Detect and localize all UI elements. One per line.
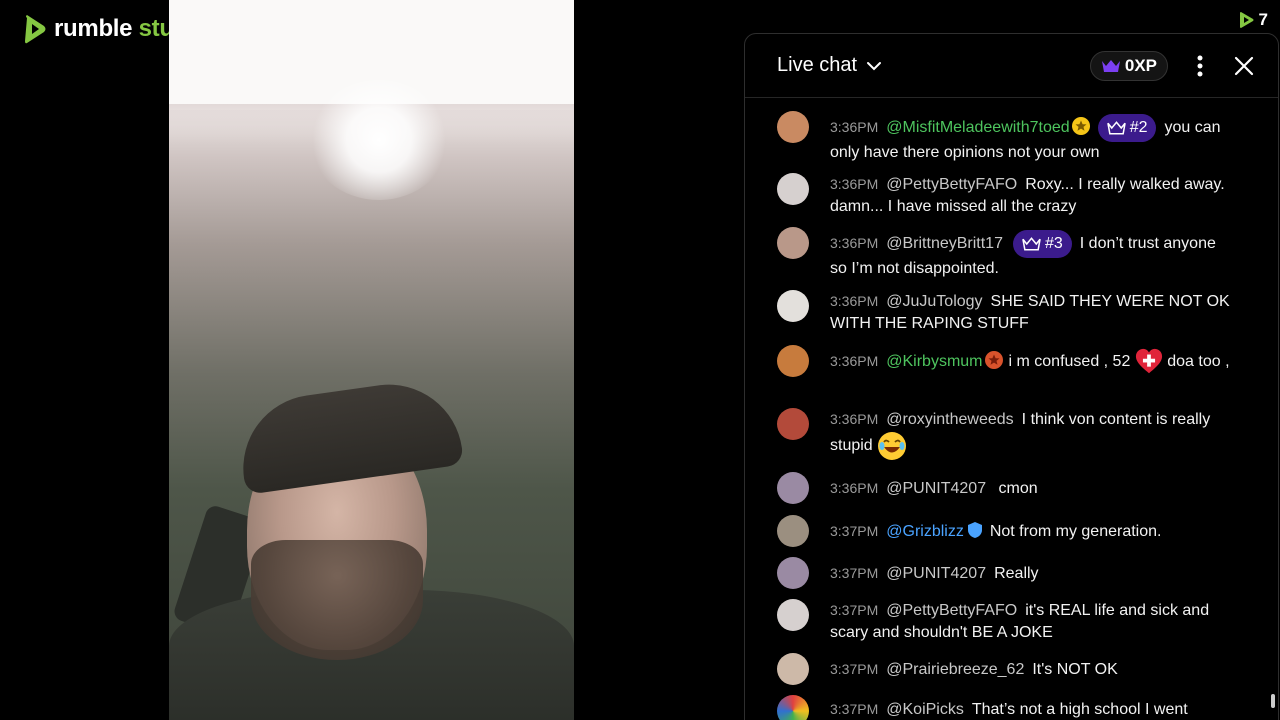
crown-icon (1022, 237, 1041, 251)
message-username[interactable]: @MisfitMeladeewith7toed (886, 119, 1069, 136)
message-text: cmon (998, 480, 1038, 497)
avatar[interactable] (777, 290, 809, 322)
video-player[interactable] (169, 0, 574, 720)
message-text: i m confused , 52 (1008, 353, 1131, 371)
message-text: Not from my generation. (989, 523, 1162, 540)
message-username[interactable]: @PUNIT4207 (886, 565, 986, 582)
close-icon (1234, 56, 1254, 75)
heart-plus-emoji-icon (1135, 348, 1162, 374)
close-chat-button[interactable] (1232, 54, 1256, 78)
avatar[interactable] (777, 695, 809, 720)
chat-header: Live chat 0XP (745, 34, 1278, 98)
message-username[interactable]: @JuJuTology (886, 293, 982, 310)
laughing-emoji-icon (878, 432, 907, 460)
message-time: 3:37PM (830, 701, 879, 717)
message-time: 3:37PM (830, 565, 879, 581)
message-text: doa too , (1167, 353, 1230, 371)
message-username[interactable]: @Kirbysmum (886, 353, 982, 370)
chevron-down-icon (867, 61, 882, 70)
xp-badge[interactable]: 0XP (1089, 50, 1168, 81)
rank-badge: #2 (1097, 114, 1157, 142)
message-username[interactable]: @PettyBettyFAFO (886, 176, 1017, 193)
avatar[interactable] (777, 345, 809, 377)
live-chat-panel: Live chat 0XP 3:36PM @MisfitMeladeewith7… (744, 33, 1279, 720)
star-badge-icon (1071, 117, 1090, 136)
rumble-logo-icon (25, 15, 46, 44)
chat-title: Live chat (777, 54, 858, 76)
message-time: 3:37PM (830, 661, 879, 677)
star-badge-icon (984, 351, 1003, 370)
avatar[interactable] (777, 599, 809, 631)
avatar[interactable] (777, 408, 809, 440)
avatar[interactable] (777, 173, 809, 205)
chat-message: 3:37PM @Grizblizz Not from my generation. (777, 515, 1268, 547)
avatar[interactable] (777, 472, 809, 504)
message-time: 3:36PM (830, 480, 879, 496)
chat-message: 3:36PM @PUNIT4207 cmon (777, 472, 1268, 504)
chat-message: 3:36PM @MisfitMeladeewith7toed #2 you can o… (777, 111, 1268, 164)
kebab-menu-icon (1197, 55, 1203, 76)
avatar[interactable] (777, 227, 809, 259)
avatar[interactable] (777, 653, 809, 685)
chat-message: 3:37PM @KoiPicks That’s not a high school … (777, 695, 1268, 720)
message-username[interactable]: @Grizblizz (886, 523, 964, 540)
message-time: 3:36PM (830, 293, 879, 309)
message-username[interactable]: @roxyintheweeds (886, 411, 1013, 428)
viewer-count-value: 7 (1258, 10, 1268, 29)
chat-message: 3:36PM @PettyBettyFAFO Roxy... I really wa… (777, 173, 1268, 218)
rank-badge: #3 (1012, 230, 1072, 258)
chat-message-list[interactable]: 3:36PM @MisfitMeladeewith7toed #2 you can o… (745, 99, 1268, 720)
message-text: It's NOT OK (1032, 661, 1118, 678)
chat-message: 3:36PM @Kirbysmum i m confused , 52 doa to… (777, 345, 1268, 377)
message-time: 3:36PM (830, 176, 879, 192)
message-text: That’s not a high school I went (971, 701, 1188, 718)
avatar[interactable] (777, 515, 809, 547)
crown-icon (1106, 121, 1126, 135)
rumble-play-icon (1239, 12, 1254, 28)
video-light-glare (309, 80, 449, 200)
avatar[interactable] (777, 557, 809, 589)
message-text: Really (994, 565, 1039, 582)
chat-message: 3:36PM @BrittneyBritt17 #3 I don’t trust an… (777, 227, 1268, 280)
crown-icon (1101, 59, 1120, 72)
avatar[interactable] (777, 111, 809, 143)
message-time: 3:36PM (830, 353, 879, 370)
xp-value: 0XP (1124, 55, 1157, 75)
message-time: 3:37PM (830, 523, 879, 539)
message-username[interactable]: @PettyBettyFAFO (886, 602, 1017, 619)
chat-message: 3:37PM @PettyBettyFAFO it's REAL life and … (777, 599, 1268, 644)
message-username[interactable]: @KoiPicks (886, 701, 964, 718)
chat-message: 3:36PM @JuJuTology SHE SAID THEY WERE NOT … (777, 290, 1268, 335)
message-username[interactable]: @PUNIT4207 (886, 480, 986, 497)
message-username[interactable]: @Prairiebreeze_62 (886, 661, 1024, 678)
viewer-count: 7 (1239, 10, 1268, 30)
shield-badge-icon (967, 522, 982, 538)
more-options-button[interactable] (1188, 54, 1212, 78)
chat-scrollbar[interactable] (1271, 694, 1275, 708)
video-person-cap (233, 375, 465, 495)
message-time: 3:36PM (830, 411, 879, 427)
chat-message: 3:37PM @PUNIT4207 Really (777, 557, 1268, 589)
message-time: 3:37PM (830, 602, 879, 618)
chat-message: 3:37PM @Prairiebreeze_62 It's NOT OK (777, 653, 1268, 685)
chat-mode-dropdown[interactable]: Live chat (777, 54, 883, 77)
message-time: 3:36PM (830, 119, 879, 136)
video-person-beard (251, 540, 423, 660)
message-time: 3:36PM (830, 235, 879, 252)
message-username[interactable]: @BrittneyBritt17 (886, 235, 1003, 252)
chat-message: 3:36PM @roxyintheweeds I think von content… (777, 408, 1268, 461)
